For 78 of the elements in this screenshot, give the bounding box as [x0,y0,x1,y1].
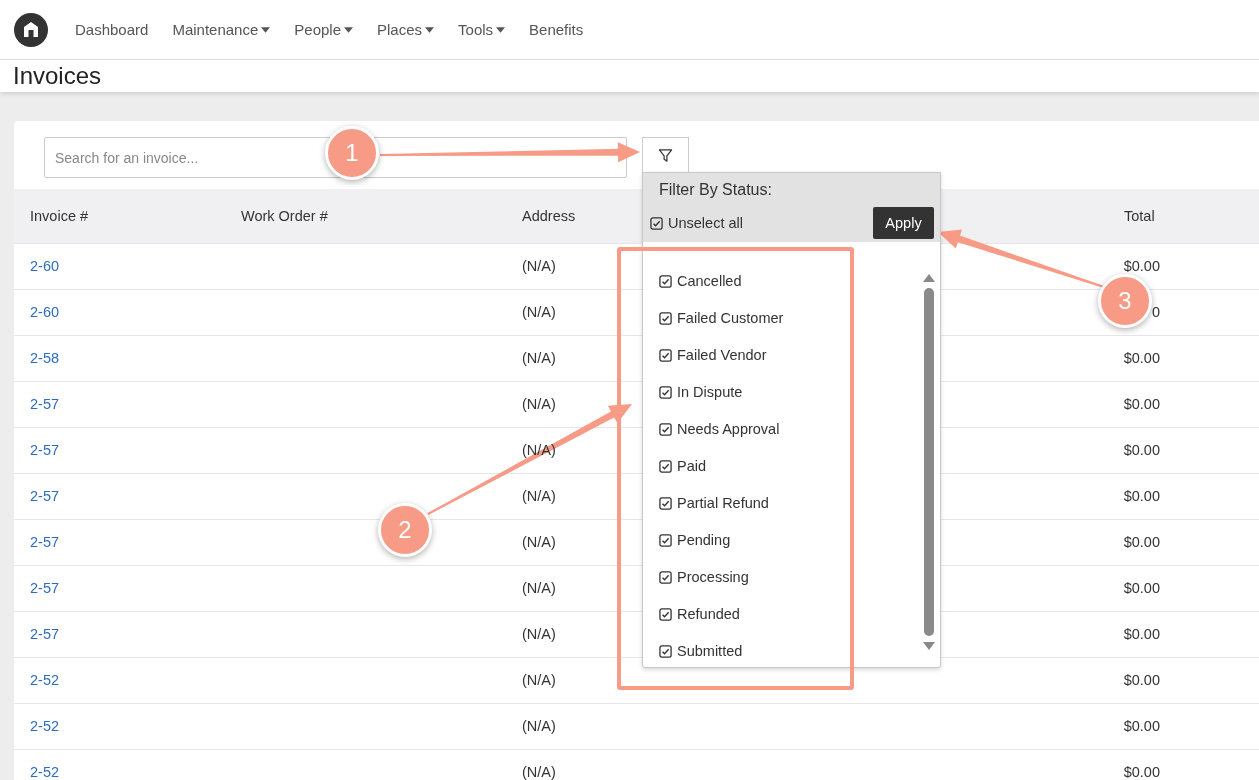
invoice-link[interactable]: 2-58 [30,350,60,366]
invoice-link[interactable]: 2-60 [30,304,60,320]
table-cell: (N/A) [522,304,556,320]
table-cell: $0.00 [1123,764,1160,780]
checkbox-label[interactable]: Paid [677,458,707,474]
invoice-link[interactable]: 2-57 [30,442,60,458]
checkbox-label[interactable]: Failed Customer [677,310,784,326]
table-cell: (N/A) [522,534,556,550]
invoice-link[interactable]: 2-57 [30,488,60,504]
table-cell: (N/A) [522,672,556,688]
checkbox-label[interactable]: Failed Vendor [677,347,767,363]
table-cell: 0 [1151,304,1160,320]
checked-checkbox-icon[interactable] [659,311,672,325]
checked-checkbox-icon[interactable] [659,385,672,399]
filter-icon [658,148,673,163]
checkbox-label[interactable]: Needs Approval [677,421,780,437]
checked-checkbox-icon[interactable] [650,216,663,230]
invoice-link[interactable]: 2-57 [30,534,60,550]
nav-menu-item[interactable]: People [294,21,353,38]
scroll-up-arrow-icon[interactable] [923,274,935,282]
filter-button[interactable] [642,137,689,173]
invoice-link[interactable]: 2-60 [30,258,60,274]
table-cell: $0.00 [1123,718,1160,734]
checkbox-label[interactable]: Processing [677,569,749,585]
table-cell: (N/A) [522,626,556,642]
table-cell: $0.00 [1123,442,1160,458]
checked-checkbox-icon[interactable] [659,274,672,288]
checkbox-label[interactable]: In Dispute [677,384,743,400]
table-cell: $0.00 [1123,350,1160,366]
checked-checkbox-icon[interactable] [659,459,672,473]
checked-checkbox-icon[interactable] [659,570,672,584]
table-cell: $0.00 [1123,396,1160,412]
checked-checkbox-icon[interactable] [659,496,672,510]
table-cell: $0.00 [1123,258,1160,274]
table-cell: (N/A) [522,396,556,412]
table-cell: $0.00 [1123,626,1160,642]
house-logo-icon[interactable] [14,12,48,47]
table-cell: $0.00 [1123,488,1160,504]
checked-checkbox-icon[interactable] [659,422,672,436]
nav-menu-item[interactable]: Benefits [529,21,584,38]
table-cell: (N/A) [522,350,556,366]
nav-menu-item[interactable]: Places [377,21,435,38]
checkbox-label[interactable]: Pending [677,532,731,548]
column-header[interactable]: Address [522,208,576,224]
menu-title: Filter By Status: [658,180,773,200]
nav-menu-item[interactable]: Tools [458,21,506,38]
apply-button[interactable]: Apply [873,207,934,239]
checkbox-label[interactable]: Submitted [677,643,743,659]
invoice-link[interactable]: 2-52 [30,718,60,734]
checkbox-label[interactable]: Partial Refund [677,495,769,511]
table-cell: (N/A) [522,488,556,504]
checked-checkbox-icon[interactable] [659,607,672,621]
nav-menu-item[interactable]: Maintenance [172,21,271,38]
table-cell: $0.00 [1123,580,1160,596]
invoice-link[interactable]: 2-57 [30,626,60,642]
checked-checkbox-icon[interactable] [659,644,672,658]
scroll-down-arrow-icon[interactable] [923,642,935,650]
table-cell: $0.00 [1123,534,1160,550]
invoice-link[interactable]: 2-52 [30,764,60,780]
table-cell: (N/A) [522,580,556,596]
page-title: Invoices [12,61,103,91]
checkbox-label[interactable]: Refunded [677,606,740,622]
table-cell: (N/A) [522,718,556,734]
invoice-link[interactable]: 2-57 [30,396,60,412]
table-cell: (N/A) [522,764,556,780]
nav-menu-item[interactable]: Dashboard [75,21,149,38]
invoice-link[interactable]: 2-57 [30,580,60,596]
checkbox-label[interactable]: Cancelled [677,273,742,289]
checked-checkbox-icon[interactable] [659,348,672,362]
invoice-link[interactable]: 2-52 [30,672,60,688]
column-header[interactable]: Work Order # [241,208,522,224]
checkbox-label[interactable]: Unselect all [668,215,743,231]
column-header[interactable]: Total [1124,208,1155,224]
table-cell: (N/A) [522,258,556,274]
column-header[interactable]: Invoice # [30,208,89,224]
checked-checkbox-icon[interactable] [659,533,672,547]
table-cell: $0.00 [1123,672,1160,688]
scrollbar-thumb[interactable] [924,288,934,636]
